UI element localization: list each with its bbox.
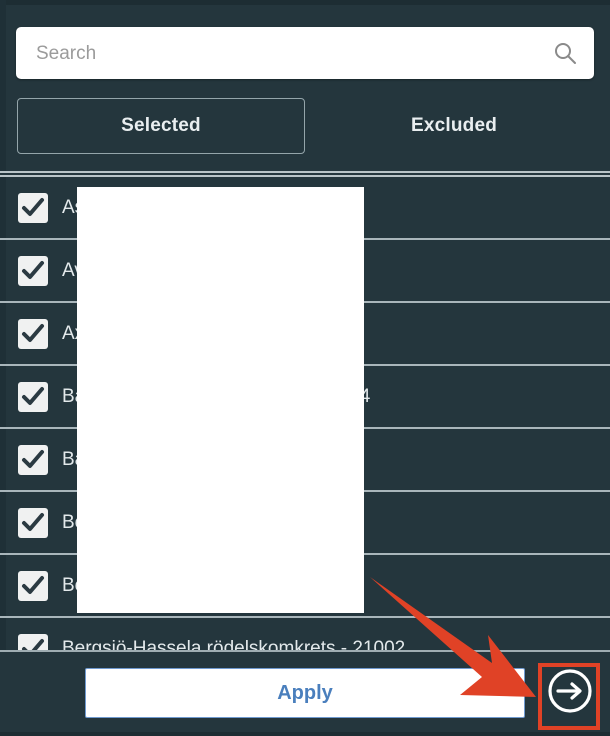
table-row[interactable]: Bergsjö-Hassela rödelskomkrets - 21002 bbox=[0, 618, 610, 650]
filter-mode-tabs: Selected Excluded bbox=[0, 96, 610, 158]
search-bar[interactable] bbox=[16, 27, 594, 81]
row-checkbox[interactable] bbox=[18, 444, 48, 475]
bottom-edge-strip bbox=[0, 732, 610, 736]
row-checkbox[interactable] bbox=[18, 507, 48, 538]
tab-selected[interactable]: Selected bbox=[17, 98, 305, 154]
search-input[interactable] bbox=[34, 27, 528, 81]
row-checkbox[interactable] bbox=[18, 318, 48, 349]
filter-panel: Selected Excluded As 23047 Av bbox=[0, 0, 610, 736]
row-checkbox[interactable] bbox=[18, 381, 48, 412]
apply-button[interactable]: Apply bbox=[85, 668, 525, 718]
row-label: Bergsjö-Hassela rödelskomkrets - 21002 bbox=[62, 637, 406, 651]
tab-excluded[interactable]: Excluded bbox=[310, 98, 598, 154]
row-checkbox[interactable] bbox=[18, 255, 48, 286]
top-edge-strip bbox=[0, 0, 610, 5]
row-checkbox[interactable] bbox=[18, 570, 48, 601]
search-icon[interactable] bbox=[553, 41, 577, 65]
tab-selected-label: Selected bbox=[121, 115, 201, 136]
arrow-right-circle-icon[interactable] bbox=[545, 666, 595, 716]
bottom-action-bar: Apply bbox=[0, 650, 610, 736]
row-checkbox[interactable] bbox=[18, 192, 48, 223]
tab-excluded-label: Excluded bbox=[410, 115, 498, 136]
row-checkbox[interactable] bbox=[18, 633, 48, 650]
occluding-overlay bbox=[77, 187, 364, 613]
